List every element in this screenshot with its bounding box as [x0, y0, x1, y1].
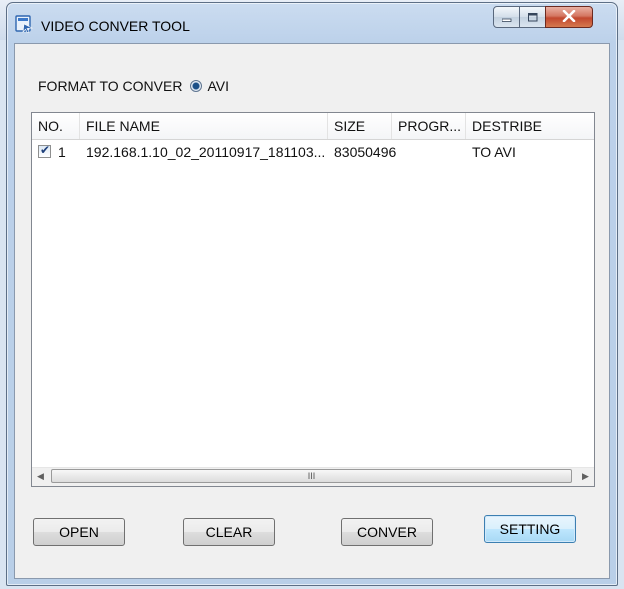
row-size: 83050496 — [334, 144, 397, 160]
scrollbar-thumb[interactable]: III — [51, 469, 572, 483]
minimize-button[interactable] — [493, 6, 520, 28]
format-label: FORMAT TO CONVER — [38, 78, 183, 94]
maximize-icon — [527, 9, 538, 25]
table-row[interactable]: ✔ 1 192.168.1.10_02_20110917_181103... 8… — [32, 141, 594, 163]
checkmark-icon: ✔ — [40, 143, 51, 157]
clear-button[interactable]: CLEAR — [183, 518, 275, 546]
maximize-button[interactable] — [519, 6, 546, 28]
close-icon — [562, 9, 576, 25]
minimize-icon — [501, 9, 512, 25]
file-list[interactable]: NO. FILE NAME SIZE PROGR... DESTRIBE ✔ 1… — [31, 112, 595, 487]
avi-radio-button[interactable] — [190, 80, 203, 92]
column-header-progress[interactable]: PROGR... — [392, 113, 466, 139]
app-window: VIDEO CONVER TOOL FORMAT TO CONVER AVI N… — [6, 2, 618, 586]
column-header-no[interactable]: NO. — [32, 113, 80, 139]
horizontal-scrollbar[interactable]: ◀ III ▶ — [32, 467, 594, 486]
row-progress — [392, 141, 398, 163]
column-header-size[interactable]: SIZE — [328, 113, 392, 139]
setting-button[interactable]: SETTING — [484, 515, 576, 543]
open-button[interactable]: OPEN — [33, 518, 125, 546]
convert-button[interactable]: CONVER — [341, 518, 433, 546]
scroll-left-icon[interactable]: ◀ — [32, 468, 49, 485]
list-header: NO. FILE NAME SIZE PROGR... DESTRIBE — [32, 113, 594, 140]
window-title: VIDEO CONVER TOOL — [41, 18, 190, 34]
column-header-file-name[interactable]: FILE NAME — [80, 113, 328, 139]
column-header-describe[interactable]: DESTRIBE — [466, 113, 594, 139]
row-number: 1 — [58, 144, 66, 160]
title-bar[interactable]: VIDEO CONVER TOOL — [7, 3, 617, 43]
avi-radio-label[interactable]: AVI — [207, 78, 229, 94]
app-icon — [15, 15, 35, 34]
row-describe: TO AVI — [472, 144, 516, 160]
client-area: FORMAT TO CONVER AVI NO. FILE NAME SIZE … — [14, 43, 610, 579]
row-checkbox[interactable]: ✔ — [38, 143, 51, 158]
row-file-name: 192.168.1.10_02_20110917_181103... — [86, 144, 326, 160]
format-row: FORMAT TO CONVER AVI — [38, 78, 229, 94]
scroll-right-icon[interactable]: ▶ — [577, 468, 594, 485]
close-button[interactable] — [545, 6, 593, 28]
